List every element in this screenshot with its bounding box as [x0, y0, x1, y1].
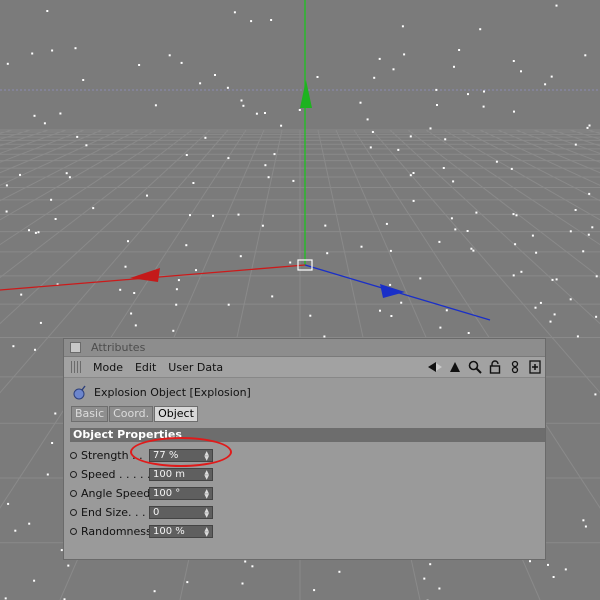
- menu-bar: Mode Edit User Data: [64, 357, 545, 378]
- panel-close-box[interactable]: [70, 342, 81, 353]
- angle-speed-field[interactable]: 100 ° ▲ ▼: [149, 486, 213, 500]
- field-value: 0: [153, 506, 160, 518]
- y-axis-arrow-icon[interactable]: [300, 80, 312, 108]
- toolbar-icons: [427, 359, 543, 375]
- param-label: Angle Speed: [81, 486, 149, 500]
- end-size-field[interactable]: 0 ▲ ▼: [149, 505, 213, 519]
- grip-handle-icon[interactable]: [71, 361, 83, 373]
- field-value: 100 %: [153, 525, 185, 537]
- link-icon[interactable]: [507, 359, 523, 375]
- param-label: Randomness: [81, 524, 149, 538]
- tab-coord[interactable]: Coord.: [109, 406, 154, 422]
- spinner-icon[interactable]: ▲ ▼: [204, 488, 209, 499]
- randomness-field[interactable]: 100 % ▲ ▼: [149, 524, 213, 538]
- field-value: 100 m: [153, 468, 186, 480]
- param-row-randomness: Randomness 100 % ▲ ▼: [70, 523, 213, 539]
- arrow-left-icon[interactable]: [427, 359, 443, 375]
- object-name: Explosion Object [Explosion]: [94, 385, 251, 399]
- x-axis-arrow-icon[interactable]: [130, 268, 160, 282]
- spinner-icon[interactable]: ▲ ▼: [204, 507, 209, 518]
- lock-icon[interactable]: [487, 359, 503, 375]
- menu-edit[interactable]: Edit: [135, 361, 156, 374]
- field-value: 100 °: [153, 487, 181, 499]
- panel-titlebar[interactable]: Attributes: [64, 339, 545, 357]
- object-header: Explosion Object [Explosion]: [64, 380, 545, 404]
- menu-mode[interactable]: Mode: [93, 361, 123, 374]
- animation-dot-icon[interactable]: [70, 470, 77, 478]
- spinner-icon[interactable]: ▲ ▼: [204, 469, 209, 480]
- param-row-speed: Speed . . . . . . 100 m ▲▼: [70, 466, 213, 482]
- bomb-icon: [72, 384, 88, 400]
- animation-dot-icon[interactable]: [70, 527, 77, 535]
- param-row-angle-speed: Angle Speed 100 ° ▲ ▼: [70, 485, 213, 501]
- panel-title: Attributes: [91, 341, 146, 354]
- arrow-up-icon[interactable]: [447, 359, 463, 375]
- param-label: Speed . . . . . .: [81, 467, 149, 481]
- spinner-icon[interactable]: ▲ ▼: [204, 526, 209, 537]
- animation-dot-icon[interactable]: [70, 451, 77, 459]
- param-row-end-size: End Size. . . . 0 ▲ ▼: [70, 504, 213, 520]
- highlight-circle: [130, 437, 232, 467]
- search-icon[interactable]: [467, 359, 483, 375]
- section-header: Object Properties: [70, 428, 545, 442]
- animation-dot-icon[interactable]: [70, 508, 77, 516]
- menu-user-data[interactable]: User Data: [168, 361, 223, 374]
- animation-dot-icon[interactable]: [70, 489, 77, 497]
- tab-object[interactable]: Object: [154, 406, 198, 422]
- new-panel-icon[interactable]: [527, 359, 543, 375]
- tab-basic[interactable]: Basic: [71, 406, 109, 422]
- param-label: End Size. . . .: [81, 505, 149, 519]
- speed-field[interactable]: 100 m ▲ ▼: [149, 467, 213, 481]
- tab-bar: Basic Coord. Object: [71, 406, 545, 422]
- axis-gizmo[interactable]: [0, 0, 491, 321]
- z-axis-arrow-icon[interactable]: [380, 284, 405, 298]
